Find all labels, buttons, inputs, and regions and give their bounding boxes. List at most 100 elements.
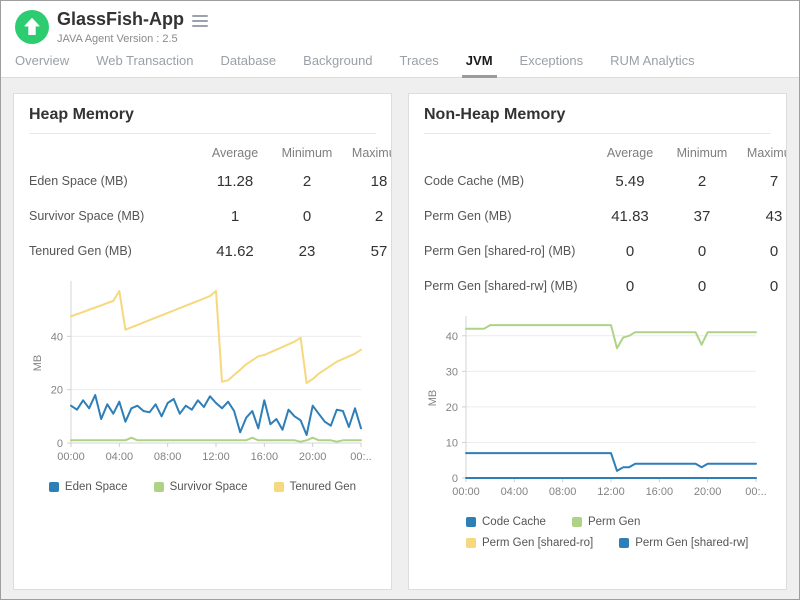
tab-bar: Overview Web Transaction Database Backgroun…	[1, 48, 799, 78]
svg-text:0: 0	[57, 438, 63, 450]
table-row-eden-space-mb: Eden Space (MB)11.28218	[29, 164, 392, 199]
tab-overview[interactable]: Overview	[15, 48, 69, 77]
table-header-row: AverageMinimumMaximum	[29, 138, 392, 164]
tab-traces[interactable]: Traces	[400, 48, 439, 77]
legend-item-survivor-space[interactable]: Survivor Space	[154, 481, 248, 493]
legend-item-code-cache[interactable]: Code Cache	[466, 516, 546, 528]
hamburger-menu-icon[interactable]	[192, 15, 208, 27]
table-row-perm-gen-shared-rw-mb: Perm Gen [shared-rw] (MB)000	[424, 269, 787, 304]
app-header: GlassFish-App JAVA Agent Version : 2.5	[1, 1, 799, 45]
legend-swatch	[49, 482, 59, 492]
non-heap-memory-table: AverageMinimumMaximumCode Cache (MB)5.49…	[424, 138, 787, 304]
legend-row: Code Cache Perm Gen	[466, 516, 771, 528]
app-status-icon	[15, 10, 49, 44]
divider	[424, 133, 771, 134]
svg-text:20: 20	[446, 402, 458, 414]
cell-value: 0	[594, 234, 666, 269]
non-heap-memory-chart: 01020304000:0004:0008:0012:0016:0020:000…	[424, 310, 766, 508]
cell-value: 0	[666, 269, 738, 304]
app-window: GlassFish-App JAVA Agent Version : 2.5 O…	[0, 0, 800, 600]
cell-value: 7	[738, 164, 787, 199]
svg-text:16:00: 16:00	[251, 451, 279, 463]
svg-text:12:00: 12:00	[597, 486, 625, 498]
row-label: Code Cache (MB)	[424, 172, 594, 190]
column-header-maximum: Maximum	[738, 138, 787, 164]
legend-item-perm-gen-shared-ro[interactable]: Perm Gen [shared-ro]	[466, 537, 593, 549]
column-header-maximum: Maximum	[343, 138, 392, 164]
legend-label: Perm Gen	[588, 516, 640, 528]
tab-rum-analytics[interactable]: RUM Analytics	[610, 48, 695, 77]
cell-value: 0	[738, 234, 787, 269]
row-label: Eden Space (MB)	[29, 172, 199, 190]
legend-label: Code Cache	[482, 516, 546, 528]
heap-memory-panel: Heap Memory AverageMinimumMaximumEden Sp…	[13, 93, 392, 590]
row-label: Perm Gen (MB)	[424, 207, 594, 225]
svg-text:40: 40	[51, 331, 63, 343]
svg-text:0: 0	[452, 473, 458, 485]
header-text: GlassFish-App JAVA Agent Version : 2.5	[57, 10, 208, 45]
divider	[29, 133, 376, 134]
legend-row: Eden Space Survivor Space Tenured Gen	[29, 481, 376, 493]
row-label: Tenured Gen (MB)	[29, 242, 199, 260]
column-header-average: Average	[594, 138, 666, 164]
cell-value: 5.49	[594, 164, 666, 199]
cell-value: 41.83	[594, 199, 666, 234]
heap-memory-legend: Eden Space Survivor Space Tenured Gen	[29, 481, 376, 493]
cell-value: 0	[271, 199, 343, 234]
tab-database[interactable]: Database	[221, 48, 277, 77]
app-title: GlassFish-App	[57, 10, 184, 30]
row-label: Perm Gen [shared-rw] (MB)	[424, 277, 594, 295]
legend-label: Perm Gen [shared-ro]	[482, 537, 593, 549]
svg-text:20: 20	[51, 384, 63, 396]
table-row-survivor-space-mb: Survivor Space (MB)102	[29, 199, 392, 234]
non-heap-memory-panel: Non-Heap Memory AverageMinimumMaximumCod…	[408, 93, 787, 590]
legend-item-perm-gen[interactable]: Perm Gen	[572, 516, 640, 528]
panel-title: Non-Heap Memory	[424, 106, 771, 124]
cell-value: 11.28	[199, 164, 271, 199]
cell-value: 57	[343, 234, 392, 269]
agent-version-label: JAVA Agent Version : 2.5	[57, 33, 208, 45]
svg-text:00:00: 00:00	[452, 486, 480, 498]
svg-text:04:00: 04:00	[501, 486, 529, 498]
tab-web-transaction[interactable]: Web Transaction	[96, 48, 193, 77]
svg-text:00:..: 00:..	[350, 451, 371, 463]
legend-swatch	[619, 538, 629, 548]
svg-text:30: 30	[446, 366, 458, 378]
tab-background[interactable]: Background	[303, 48, 372, 77]
main-content: Heap Memory AverageMinimumMaximumEden Sp…	[1, 78, 799, 600]
heap-memory-chart: 0204000:0004:0008:0012:0016:0020:0000:..…	[29, 275, 371, 473]
legend-item-eden-space[interactable]: Eden Space	[49, 481, 128, 493]
heap-memory-table: AverageMinimumMaximumEden Space (MB)11.2…	[29, 138, 392, 269]
legend-swatch	[466, 538, 476, 548]
legend-row: Perm Gen [shared-ro] Perm Gen [shared-rw]	[466, 537, 771, 549]
cell-value: 18	[343, 164, 392, 199]
cell-value: 2	[271, 164, 343, 199]
up-arrow-icon	[15, 10, 49, 44]
svg-text:10: 10	[446, 437, 458, 449]
svg-text:20:00: 20:00	[299, 451, 327, 463]
legend-swatch	[466, 517, 476, 527]
legend-label: Tenured Gen	[290, 481, 357, 493]
panel-title: Heap Memory	[29, 106, 376, 124]
svg-text:00:..: 00:..	[745, 486, 766, 498]
tab-jvm[interactable]: JVM	[466, 48, 493, 77]
tab-exceptions[interactable]: Exceptions	[520, 48, 584, 77]
legend-item-perm-gen-shared-rw[interactable]: Perm Gen [shared-rw]	[619, 537, 748, 549]
table-row-perm-gen-shared-ro-mb: Perm Gen [shared-ro] (MB)000	[424, 234, 787, 269]
cell-value: 41.62	[199, 234, 271, 269]
table-header-row: AverageMinimumMaximum	[424, 138, 787, 164]
cell-value: 0	[666, 234, 738, 269]
legend-item-tenured-gen[interactable]: Tenured Gen	[274, 481, 357, 493]
row-label: Perm Gen [shared-ro] (MB)	[424, 242, 594, 260]
cell-value: 23	[271, 234, 343, 269]
svg-text:08:00: 08:00	[549, 486, 577, 498]
table-row-code-cache-mb: Code Cache (MB)5.4927	[424, 164, 787, 199]
cell-value: 2	[666, 164, 738, 199]
column-header-minimum: Minimum	[271, 138, 343, 164]
non-heap-memory-legend: Code CachePerm GenPerm Gen [shared-ro]Pe…	[424, 516, 771, 549]
row-label: Survivor Space (MB)	[29, 207, 199, 225]
table-row-tenured-gen-mb: Tenured Gen (MB)41.622357	[29, 234, 392, 269]
svg-text:00:00: 00:00	[57, 451, 85, 463]
cell-value: 37	[666, 199, 738, 234]
cell-value: 1	[199, 199, 271, 234]
